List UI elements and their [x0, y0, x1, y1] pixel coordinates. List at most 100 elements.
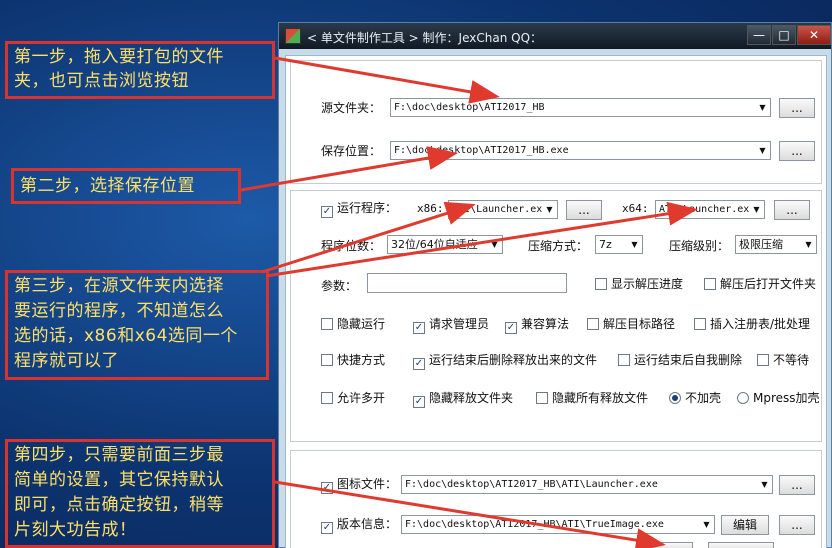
mpress-label: Mpress加壳 — [753, 391, 820, 405]
save-label: 保存位置： — [321, 144, 382, 158]
icon-file-checkbox[interactable]: ✓ 图标文件： — [321, 477, 398, 494]
source-value: F:\doc\desktop\ATI2017_HB — [394, 102, 545, 113]
callout-step3-line4: 程序就可以了 — [14, 351, 119, 371]
show-progress-label: 显示解压进度 — [611, 277, 684, 291]
x64-browse-button[interactable]: ... — [774, 200, 810, 220]
callout-step1-line1: 第一步，拖入要打包的文件 — [14, 47, 224, 67]
footer-buttons — [310, 542, 832, 548]
chevron-down-icon: ▼ — [759, 146, 766, 155]
reg-batch-checkbox[interactable]: 插入注册表/批处理 — [694, 317, 810, 333]
compress-method-value: 7z — [599, 238, 612, 251]
callout-step3-line2: 要运行的程序，不知道怎么 — [14, 301, 224, 321]
multi-label: 允许多开 — [337, 391, 386, 405]
compress-level-combo[interactable]: 极限压缩 ▼ — [735, 235, 817, 254]
compress-level-label: 压缩级别： — [669, 239, 730, 253]
hide-folder-checkbox[interactable]: ✓ 隐藏释放文件夹 — [413, 391, 514, 408]
close-button[interactable]: ✕ — [797, 25, 831, 45]
mpress-radio[interactable]: Mpress加壳 — [737, 391, 820, 407]
x86-label: x86: — [417, 202, 444, 215]
check-icon: ✓ — [413, 322, 425, 334]
callout-step1: 第一步，拖入要打包的文件 夹，也可点击浏览按钮 — [5, 41, 275, 99]
callout-step4-line2: 简单的设置，其它保持默认 — [14, 470, 224, 490]
version-edit-button[interactable]: 编辑 — [721, 515, 769, 535]
x64-combo[interactable]: ATI\Launcher.ex ▼ — [655, 200, 765, 219]
callout-step2-text: 第二步，选择保存位置 — [20, 176, 195, 196]
bits-value: 32位/64位自适应 — [391, 238, 478, 251]
check-icon: ✓ — [413, 396, 425, 408]
show-progress-checkbox[interactable]: 显示解压进度 — [595, 277, 683, 293]
version-info-value: F:\doc\desktop\ATI2017_HB\ATI\TrueImage.… — [405, 519, 664, 530]
hide-run-label: 隐藏运行 — [337, 317, 386, 331]
source-browse-button[interactable]: ... — [779, 98, 815, 118]
hide-run-checkbox[interactable]: 隐藏运行 — [321, 317, 385, 333]
delete-after-label: 运行结束后删除释放出来的文件 — [429, 353, 598, 367]
bits-combo[interactable]: 32位/64位自适应 ▼ — [387, 235, 503, 254]
check-icon: ✓ — [321, 522, 333, 534]
save-value: F:\doc\desktop\ATI2017_HB.exe — [394, 145, 569, 156]
icon-file-value: F:\doc\desktop\ATI2017_HB\ATI\Launcher.e… — [405, 479, 658, 490]
callout-step4-line3: 即可，点击确定按钮，稍等 — [14, 495, 224, 515]
callout-step3-line3: 选的话，x86和x64选同一个 — [14, 326, 238, 346]
version-info-checkbox[interactable]: ✓ 版本信息： — [321, 517, 397, 534]
x86-browse-button[interactable]: ... — [566, 200, 602, 220]
run-program-checkbox[interactable]: ✓ 运行程序： — [321, 201, 397, 218]
callout-step3: 第三步，在源文件夹内选择 要运行的程序，不知道怎么 选的话，x86和x64选同一… — [5, 270, 269, 380]
compat-checkbox[interactable]: ✓ 兼容算法 — [505, 317, 570, 334]
compat-label: 兼容算法 — [521, 317, 570, 331]
delete-after-checkbox[interactable]: ✓ 运行结束后删除释放出来的文件 — [413, 353, 598, 370]
shortcut-checkbox[interactable]: 快捷方式 — [321, 353, 385, 369]
chevron-down-icon: ▼ — [761, 480, 768, 489]
callout-step4: 第四步，只需要前面三步最 简单的设置，其它保持默认 即可，点击确定按钮，稍等 片… — [5, 439, 275, 548]
check-icon: ✓ — [321, 482, 333, 494]
icon-file-label: 图标文件： — [337, 477, 398, 491]
open-after-label: 解压后打开文件夹 — [720, 277, 817, 291]
version-info-combo[interactable]: F:\doc\desktop\ATI2017_HB\ATI\TrueImage.… — [401, 515, 715, 534]
bits-label: 程序位数： — [321, 239, 382, 253]
chevron-down-icon: ▼ — [491, 240, 498, 249]
chevron-down-icon: ▼ — [703, 520, 710, 529]
save-browse-button[interactable]: ... — [779, 141, 815, 161]
window-title: < 单文件制作工具 > 制作：JexChan QQ： — [307, 31, 543, 45]
no-pack-radio[interactable]: 不加壳 — [669, 391, 721, 407]
request-admin-label: 请求管理员 — [429, 317, 490, 331]
open-after-checkbox[interactable]: 解压后打开文件夹 — [704, 277, 816, 293]
callout-step2: 第二步，选择保存位置 — [11, 168, 241, 204]
icon-file-combo[interactable]: F:\doc\desktop\ATI2017_HB\ATI\Launcher.e… — [401, 475, 773, 494]
app-icon — [285, 28, 301, 44]
cancel-button[interactable] — [708, 542, 774, 548]
no-wait-checkbox[interactable]: 不等待 — [757, 353, 809, 369]
ok-button[interactable] — [637, 542, 693, 548]
icon-browse-button[interactable]: ... — [779, 475, 815, 495]
callout-step4-line4: 片刻大功告成！ — [14, 520, 137, 540]
source-label: 源文件夹： — [321, 101, 382, 115]
compress-method-combo[interactable]: 7z ▼ — [595, 235, 643, 254]
extract-path-label: 解压目标路径 — [603, 317, 676, 331]
check-icon: ✓ — [505, 322, 517, 334]
paths-group: 源文件夹： F:\doc\desktop\ATI2017_HB ▼ ... 保存… — [290, 60, 822, 184]
packer-window: < 单文件制作工具 > 制作：JexChan QQ： — □ ✕ 源文件夹： F… — [278, 22, 832, 548]
source-combo[interactable]: F:\doc\desktop\ATI2017_HB ▼ — [390, 98, 771, 117]
x64-label: x64: — [622, 202, 649, 215]
request-admin-checkbox[interactable]: ✓ 请求管理员 — [413, 317, 490, 334]
minimize-button[interactable]: — — [747, 25, 771, 45]
save-combo[interactable]: F:\doc\desktop\ATI2017_HB.exe ▼ — [390, 141, 771, 160]
multi-checkbox[interactable]: 允许多开 — [321, 391, 385, 407]
hide-all-checkbox[interactable]: 隐藏所有释放文件 — [536, 391, 648, 407]
callout-step3-line1: 第三步，在源文件夹内选择 — [14, 276, 224, 296]
params-input[interactable] — [367, 273, 567, 293]
resources-group: ✓ 图标文件： F:\doc\desktop\ATI2017_HB\ATI\Lau… — [290, 450, 822, 548]
maximize-button[interactable]: □ — [772, 25, 796, 45]
callout-step4-line1: 第四步，只需要前面三步最 — [14, 445, 224, 465]
chevron-down-icon: ▼ — [753, 205, 760, 214]
chevron-down-icon: ▼ — [759, 103, 766, 112]
shortcut-label: 快捷方式 — [337, 353, 386, 367]
options-group: ✓ 运行程序： x86: ATI\Launcher.ex ▼ ... x64: A… — [290, 190, 822, 442]
self-delete-checkbox[interactable]: 运行结束后自我删除 — [618, 353, 742, 369]
extract-path-checkbox[interactable]: 解压目标路径 — [587, 317, 675, 333]
compress-level-value: 极限压缩 — [739, 238, 783, 251]
x86-combo[interactable]: ATI\Launcher.ex ▼ — [448, 200, 558, 219]
chevron-down-icon: ▼ — [805, 240, 812, 249]
hide-folder-label: 隐藏释放文件夹 — [429, 391, 514, 405]
version-browse-button[interactable]: ... — [779, 515, 815, 535]
title-bar[interactable]: < 单文件制作工具 > 制作：JexChan QQ： — □ ✕ — [279, 23, 831, 49]
